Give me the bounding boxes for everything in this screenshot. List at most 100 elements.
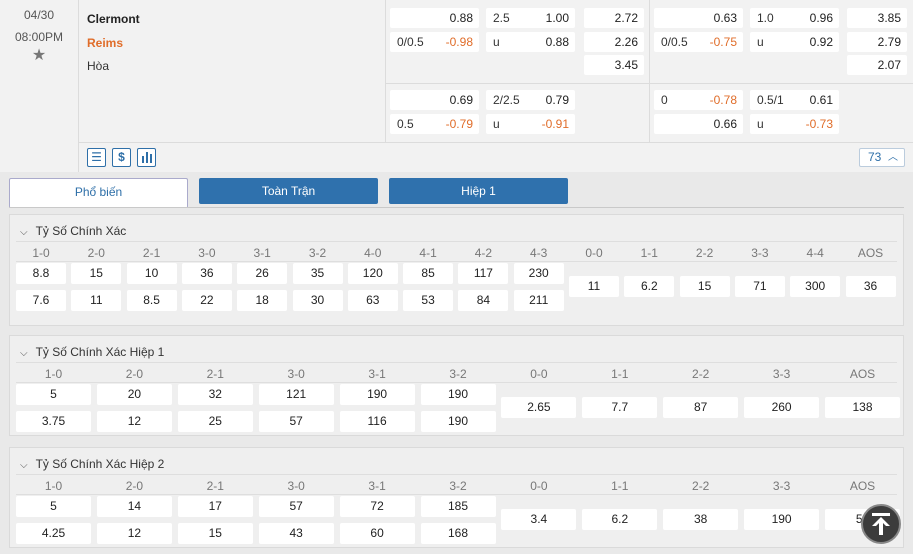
odds-value: 0.79	[545, 93, 569, 107]
bar-chart-icon[interactable]	[137, 148, 156, 167]
score-odds-draw[interactable]: 6.2	[624, 276, 675, 297]
score-odds-away[interactable]: 116	[339, 411, 415, 432]
score-odds-home[interactable]: 10	[126, 263, 177, 284]
score-odds-away[interactable]: 43	[258, 523, 334, 544]
h1-ah-home[interactable]: 0.63	[654, 8, 743, 28]
score-odds-away[interactable]: 60	[339, 523, 415, 544]
score-odds-home[interactable]: 85	[403, 263, 454, 284]
tab-full-match[interactable]: Toàn Trận	[199, 178, 378, 204]
section-title[interactable]: ⌵ Tỷ Số Chính Xác Hiệp 1	[20, 345, 164, 359]
score-header: 1-0	[44, 479, 63, 493]
score-odds-draw[interactable]: 138	[825, 397, 900, 418]
score-odds-draw[interactable]: 71	[734, 276, 785, 297]
score-odds-away[interactable]: 8.5	[126, 290, 177, 311]
star-icon[interactable]: ★	[0, 45, 78, 65]
h1-ou2-over[interactable]: 0.5/1 0.61	[750, 90, 839, 110]
score-odds-home[interactable]: 8.8	[16, 263, 66, 284]
h1-ah-away[interactable]: 0/0.5 -0.75	[654, 32, 743, 52]
score-odds-draw[interactable]: 15	[679, 276, 730, 297]
score-odds-draw[interactable]: 300	[790, 276, 841, 297]
dollar-icon[interactable]: $	[112, 148, 131, 167]
score-odds-home[interactable]: 190	[420, 384, 496, 405]
score-odds-away[interactable]: 12	[96, 523, 172, 544]
score-odds-away[interactable]: 57	[258, 411, 334, 432]
h1-ou-over[interactable]: 1.0 0.96	[750, 8, 839, 28]
score-odds-draw[interactable]: 38	[663, 509, 739, 530]
score-odds-away[interactable]: 168	[420, 523, 496, 544]
odds-ah2-away[interactable]: 0.5 -0.79	[390, 114, 479, 134]
score-odds-home[interactable]: 117	[458, 263, 509, 284]
score-odds-away[interactable]: 12	[96, 411, 172, 432]
score-odds-draw[interactable]: 3.4	[501, 509, 577, 530]
h1-1x2-home[interactable]: 3.85	[847, 8, 907, 28]
score-odds-draw[interactable]: 7.7	[582, 397, 658, 418]
odds-ah2-home[interactable]: 0.69	[390, 90, 479, 110]
odds-ah-away[interactable]: 0/0.5 -0.98	[390, 32, 479, 52]
odds-1x2-draw[interactable]: 3.45	[584, 55, 644, 75]
score-odds-draw[interactable]: 87	[663, 397, 739, 418]
score-odds-home[interactable]: 185	[420, 496, 496, 517]
score-odds-away[interactable]: 25	[177, 411, 253, 432]
score-odds-away[interactable]: 53	[403, 290, 454, 311]
score-odds-away[interactable]: 18	[237, 290, 288, 311]
score-odds-home[interactable]: 35	[292, 263, 343, 284]
section-title[interactable]: ⌵ Tỷ Số Chính Xác	[20, 224, 126, 238]
h1-ou-under[interactable]: u 0.92	[750, 32, 839, 52]
score-odds-away[interactable]: 11	[71, 290, 122, 311]
score-odds-away[interactable]: 63	[347, 290, 398, 311]
score-odds-draw[interactable]: 11	[569, 276, 619, 297]
more-markets-button[interactable]: 73 ︿	[859, 148, 905, 167]
odds-ou-over[interactable]: 2.5 1.00	[486, 8, 575, 28]
section-title[interactable]: ⌵ Tỷ Số Chính Xác Hiệp 2	[20, 457, 164, 471]
match-time: 08:00PM	[14, 30, 64, 44]
score-odds-away[interactable]: 7.6	[16, 290, 66, 311]
odds-value: -0.73	[805, 117, 833, 131]
list-icon[interactable]: ☰	[87, 148, 106, 167]
score-odds-draw[interactable]: 2.65	[501, 397, 577, 418]
scroll-to-top-button[interactable]	[861, 504, 901, 544]
score-odds-home[interactable]: 15	[71, 263, 122, 284]
h1-ah2-away[interactable]: 0.66	[654, 114, 743, 134]
score-odds-home[interactable]: 190	[339, 384, 415, 405]
odds-ah-home[interactable]: 0.88	[390, 8, 479, 28]
score-odds-home[interactable]: 57	[258, 496, 334, 517]
divider	[16, 494, 897, 495]
h1-1x2-away[interactable]: 2.79	[847, 32, 907, 52]
score-odds-draw[interactable]: 190	[744, 509, 820, 530]
score-odds-away[interactable]: 15	[177, 523, 253, 544]
score-odds-home[interactable]: 72	[339, 496, 415, 517]
odds-ou-under[interactable]: u 0.88	[486, 32, 575, 52]
score-odds-away[interactable]: 211	[513, 290, 564, 311]
score-odds-away[interactable]: 3.75	[16, 411, 91, 432]
score-odds-home[interactable]: 36	[181, 263, 232, 284]
odds-ou2-under[interactable]: u -0.91	[486, 114, 575, 134]
score-odds-home[interactable]: 121	[258, 384, 334, 405]
score-odds-home[interactable]: 32	[177, 384, 253, 405]
score-odds-home[interactable]: 17	[177, 496, 253, 517]
score-odds-away[interactable]: 190	[420, 411, 496, 432]
score-odds-draw[interactable]: 36	[845, 276, 896, 297]
odds-ou2-over[interactable]: 2/2.5 0.79	[486, 90, 575, 110]
score-odds-home[interactable]: 20	[96, 384, 172, 405]
score-odds-away[interactable]: 22	[181, 290, 232, 311]
score-odds-draw[interactable]: 6.2	[582, 509, 658, 530]
score-odds-home[interactable]: 5	[16, 384, 91, 405]
h1-ou2-under[interactable]: u -0.73	[750, 114, 839, 134]
score-odds-home[interactable]: 120	[347, 263, 398, 284]
score-odds-away[interactable]: 4.25	[16, 523, 91, 544]
score-odds-home[interactable]: 14	[96, 496, 172, 517]
score-odds-away[interactable]: 84	[458, 290, 509, 311]
odds-1x2-away[interactable]: 2.26	[584, 32, 644, 52]
tab-popular[interactable]: Phổ biến	[9, 178, 188, 208]
tab-half-1[interactable]: Hiệp 1	[389, 178, 568, 204]
handicap-label: 0.5	[397, 117, 414, 131]
score-section: ⌵ Tỷ Số Chính Xác Hiệp 1 1-0 5 3.75 2-0 20 12 2-…	[9, 335, 904, 436]
score-odds-draw[interactable]: 260	[744, 397, 820, 418]
score-odds-home[interactable]: 230	[513, 263, 564, 284]
score-odds-home[interactable]: 26	[237, 263, 288, 284]
score-odds-home[interactable]: 5	[16, 496, 91, 517]
h1-1x2-draw[interactable]: 2.07	[847, 55, 907, 75]
h1-ah2-home[interactable]: 0 -0.78	[654, 90, 743, 110]
odds-1x2-home[interactable]: 2.72	[584, 8, 644, 28]
score-odds-away[interactable]: 30	[292, 290, 343, 311]
